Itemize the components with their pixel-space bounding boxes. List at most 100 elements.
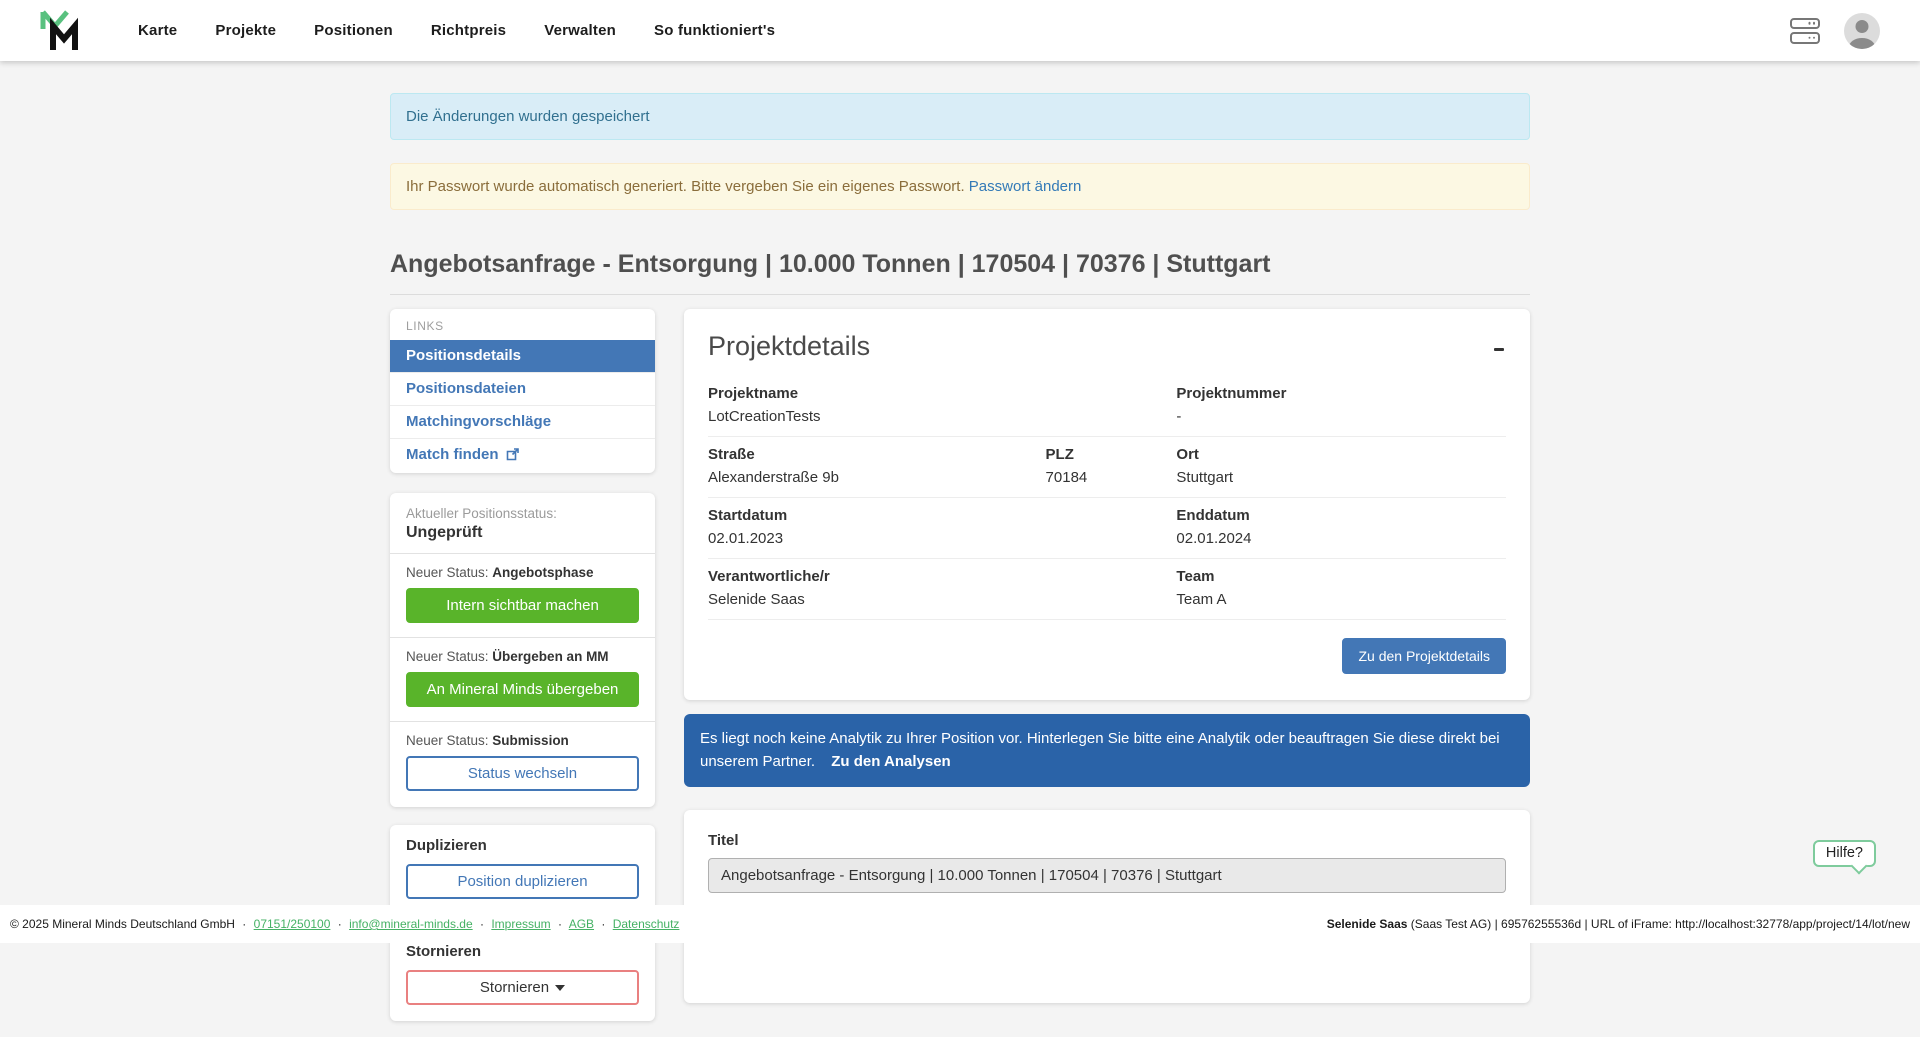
sidebar-item-label: Positionsdateien: [406, 380, 526, 397]
external-link-icon: [506, 448, 519, 461]
field-label: PLZ: [1046, 446, 1167, 463]
page-title: Angebotsanfrage - Entsorgung | 10.000 To…: [390, 250, 1530, 295]
project-row: Startdatum 02.01.2023 Enddatum 02.01.202…: [708, 498, 1506, 559]
server-icon[interactable]: [1790, 18, 1820, 44]
collapse-icon[interactable]: [1484, 339, 1506, 361]
make-visible-internally-button[interactable]: Intern sichtbar machen: [406, 588, 639, 623]
main-nav: Karte Projekte Positionen Richtpreis Ver…: [138, 22, 775, 39]
mineral-minds-logo-icon[interactable]: [40, 9, 86, 53]
analytics-banner: Es liegt noch keine Analytik zu Ihrer Po…: [684, 714, 1530, 787]
footer-impressum-link[interactable]: Impressum: [491, 917, 550, 931]
project-row: Straße Alexanderstraße 9b PLZ 70184 Ort …: [708, 437, 1506, 498]
new-status-prefix: Neuer Status:: [406, 649, 492, 664]
footer-user-name: Selenide Saas: [1327, 917, 1408, 931]
new-status-value: Übergeben an MM: [492, 649, 608, 664]
project-details-card: Projektdetails Projektname LotCreationTe…: [684, 309, 1530, 700]
caret-down-icon: [555, 985, 565, 991]
server-icon-row: [1790, 32, 1820, 44]
footer-datenschutz-link[interactable]: Datenschutz: [613, 917, 680, 931]
field-team: Team Team A: [1176, 568, 1506, 608]
divider: [390, 721, 655, 722]
links-card-title: LINKS: [390, 309, 655, 340]
sidebar-item-label: Match finden: [406, 446, 499, 463]
field-projektname: Projektname LotCreationTests: [708, 385, 1176, 425]
new-status-value: Submission: [492, 733, 569, 748]
cancel-button-label: Stornieren: [480, 979, 549, 996]
field-value: LotCreationTests: [708, 408, 1166, 425]
nav-item-richtpreis[interactable]: Richtpreis: [431, 22, 506, 39]
help-button[interactable]: Hilfe?: [1813, 840, 1876, 867]
alert-password-generated: Ihr Passwort wurde automatisch generiert…: [390, 163, 1530, 210]
titel-input[interactable]: [708, 858, 1506, 893]
server-icon-row: [1790, 18, 1820, 30]
field-projektnummer: Projektnummer -: [1176, 385, 1506, 425]
nav-item-so-funktionierts[interactable]: So funktioniert's: [654, 22, 775, 39]
footer-copyright: © 2025 Mineral Minds Deutschland GmbH: [10, 917, 235, 931]
field-value: 02.01.2024: [1176, 530, 1496, 547]
footer: © 2025 Mineral Minds Deutschland GmbH · …: [0, 905, 1920, 943]
project-row: Verantwortliche/r Selenide Saas Team Tea…: [708, 559, 1506, 620]
footer-agb-link[interactable]: AGB: [569, 917, 594, 931]
project-details-title: Projektdetails: [708, 331, 870, 362]
alert-changes-saved: Die Änderungen wurden gespeichert: [390, 93, 1530, 140]
field-enddatum: Enddatum 02.01.2024: [1176, 507, 1506, 547]
current-status-label: Aktueller Positionsstatus:: [406, 506, 639, 521]
field-label: Straße: [708, 446, 1036, 463]
footer-separator: ·: [242, 917, 246, 931]
nav-item-verwalten[interactable]: Verwalten: [544, 22, 616, 39]
go-to-project-details-button[interactable]: Zu den Projektdetails: [1342, 638, 1506, 674]
field-value: Team A: [1176, 591, 1496, 608]
field-label: Projektname: [708, 385, 1166, 402]
cancel-card-title: Stornieren: [406, 943, 639, 960]
nav-item-projekte[interactable]: Projekte: [215, 22, 276, 39]
footer-email-link[interactable]: info@mineral-minds.de: [349, 917, 473, 931]
nav-item-karte[interactable]: Karte: [138, 22, 177, 39]
new-status-line: Neuer Status: Submission: [406, 733, 639, 748]
new-status-line: Neuer Status: Angebotsphase: [406, 565, 639, 580]
cancel-position-button[interactable]: Stornieren: [406, 970, 639, 1005]
main-content: Projektdetails Projektname LotCreationTe…: [684, 309, 1530, 1003]
field-value: Stuttgart: [1176, 469, 1496, 486]
new-status-prefix: Neuer Status:: [406, 565, 492, 580]
sidebar-item-positionsdetails[interactable]: Positionsdetails: [390, 340, 655, 372]
field-value: Alexanderstraße 9b: [708, 469, 1036, 486]
sidebar-item-match-finden[interactable]: Match finden: [390, 438, 655, 471]
footer-phone-link[interactable]: 07151/250100: [254, 917, 331, 931]
switch-status-button[interactable]: Status wechseln: [406, 756, 639, 791]
current-status-value: Ungeprüft: [406, 524, 639, 542]
titel-label: Titel: [708, 832, 1506, 849]
field-value: 70184: [1046, 469, 1167, 486]
user-avatar[interactable]: [1844, 13, 1880, 49]
field-startdatum: Startdatum 02.01.2023: [708, 507, 1176, 547]
analytics-banner-text: Es liegt noch keine Analytik zu Ihrer Po…: [700, 730, 1500, 770]
field-label: Startdatum: [708, 507, 1166, 524]
field-label: Ort: [1176, 446, 1496, 463]
footer-user-details: (Saas Test AG) | 69576255536d | URL of i…: [1407, 917, 1910, 931]
change-password-link[interactable]: Passwort ändern: [969, 178, 1082, 195]
divider: [390, 553, 655, 554]
field-label: Team: [1176, 568, 1496, 585]
field-plz: PLZ 70184: [1046, 446, 1177, 486]
nav-item-positionen[interactable]: Positionen: [314, 22, 393, 39]
field-verantwortliche: Verantwortliche/r Selenide Saas: [708, 568, 1176, 608]
cancel-card: Stornieren Stornieren: [390, 931, 655, 1021]
duplicate-card-title: Duplizieren: [406, 837, 639, 854]
sidebar-item-label: Positionsdetails: [406, 347, 521, 364]
sidebar-item-matchingvorschlaege[interactable]: Matchingvorschläge: [390, 405, 655, 438]
sidebar-item-label: Matchingvorschläge: [406, 413, 551, 430]
new-status-prefix: Neuer Status:: [406, 733, 492, 748]
new-status-value: Angebotsphase: [492, 565, 593, 580]
footer-separator: ·: [558, 917, 562, 931]
duplicate-card: Duplizieren Position duplizieren: [390, 825, 655, 915]
footer-separator: ·: [601, 917, 605, 931]
footer-user-info: Selenide Saas (Saas Test AG) | 695762555…: [1327, 917, 1910, 931]
links-card: LINKS Positionsdetails Positionsdateien …: [390, 309, 655, 473]
alert-warning-text: Ihr Passwort wurde automatisch generiert…: [406, 178, 965, 195]
field-ort: Ort Stuttgart: [1176, 446, 1506, 486]
handover-to-mineral-minds-button[interactable]: An Mineral Minds übergeben: [406, 672, 639, 707]
duplicate-position-button[interactable]: Position duplizieren: [406, 864, 639, 899]
sidebar-item-positionsdateien[interactable]: Positionsdateien: [390, 372, 655, 405]
go-to-analyses-link[interactable]: Zu den Analysen: [831, 753, 950, 770]
divider: [390, 637, 655, 638]
project-row: Projektname LotCreationTests Projektnumm…: [708, 376, 1506, 437]
